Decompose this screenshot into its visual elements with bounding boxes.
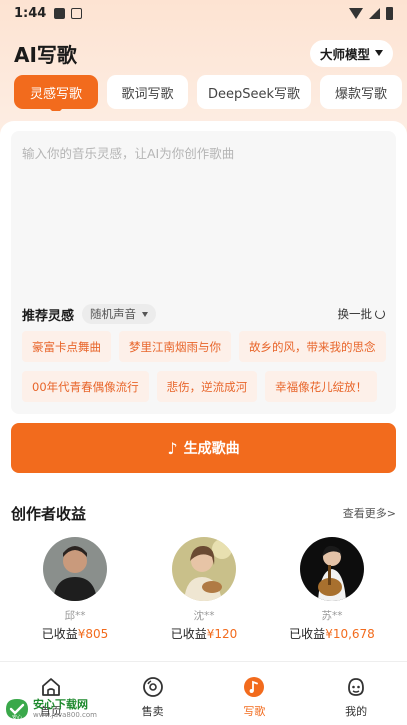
model-select-label: 大师模型 bbox=[319, 46, 370, 62]
watermark: 安心 安心下载网 www.java800.com bbox=[4, 695, 97, 723]
inspiration-chip[interactable]: 悲伤，逆流成河 bbox=[156, 371, 258, 402]
tab-lyrics[interactable]: 歌词写歌 bbox=[107, 75, 188, 109]
refresh-label: 换一批 bbox=[337, 307, 373, 321]
creators-list: 邱** 已收益¥805 沈** 已收益¥120 苏** 已收益¥10,678 bbox=[0, 537, 407, 647]
watermark-logo-icon: 安心 bbox=[6, 699, 28, 721]
refresh-icon bbox=[375, 309, 385, 319]
creator-card[interactable]: 苏** 已收益¥10,678 bbox=[272, 537, 392, 642]
creator-name: 邱** bbox=[64, 610, 86, 622]
watermark-url: www.java800.com bbox=[33, 711, 97, 719]
avatar bbox=[172, 537, 236, 601]
refresh-button[interactable]: 换一批 bbox=[337, 306, 385, 322]
creator-card[interactable]: 邱** 已收益¥805 bbox=[15, 537, 135, 642]
recommend-header: 推荐灵感 随机声音 换一批 bbox=[22, 303, 385, 325]
recommend-chips: 豪富卡点舞曲 梦里江南烟雨与你 故乡的风，带来我的思念 00年代青春偶像流行 悲… bbox=[22, 331, 388, 411]
tab-inspiration[interactable]: 灵感写歌 bbox=[14, 75, 98, 111]
creator-earnings: 已收益¥805 bbox=[41, 627, 109, 641]
earnings-amount: ¥120 bbox=[206, 627, 238, 641]
disc-icon bbox=[142, 677, 163, 697]
creator-card[interactable]: 沈** 已收益¥120 bbox=[144, 537, 264, 642]
signal-icon bbox=[369, 7, 380, 19]
earnings-amount: ¥805 bbox=[77, 627, 109, 641]
creator-name: 苏** bbox=[321, 610, 343, 622]
page-title: AI写歌 bbox=[14, 42, 77, 67]
creators-header: 创作者收益 查看更多> bbox=[11, 502, 396, 524]
inspiration-chip[interactable]: 故乡的风，带来我的思念 bbox=[239, 331, 386, 362]
avatar bbox=[43, 537, 107, 601]
music-note-icon bbox=[244, 677, 265, 697]
battery-icon bbox=[386, 6, 393, 20]
tab-deepseek[interactable]: DeepSeek写歌 bbox=[197, 75, 311, 109]
nav-write-label: 写歌 bbox=[243, 705, 266, 718]
avatar bbox=[300, 537, 364, 601]
profile-icon bbox=[348, 678, 365, 696]
voice-select[interactable]: 随机声音 bbox=[82, 304, 157, 324]
inspiration-chip[interactable]: 00年代青春偶像流行 bbox=[22, 371, 149, 402]
creator-earnings: 已收益¥10,678 bbox=[289, 627, 375, 641]
creator-name: 沈** bbox=[193, 610, 215, 622]
generate-song-button[interactable]: ♪ 生成歌曲 bbox=[11, 423, 396, 473]
inspiration-chip[interactable]: 豪富卡点舞曲 bbox=[22, 331, 111, 362]
notification-icon bbox=[54, 7, 66, 19]
watermark-title: 安心下载网 bbox=[33, 698, 88, 711]
creator-earnings: 已收益¥120 bbox=[170, 627, 238, 641]
nav-write[interactable]: 写歌 bbox=[204, 662, 306, 725]
inspiration-chip[interactable]: 幸福像花儿绽放！ bbox=[265, 371, 378, 402]
voice-select-label: 随机声音 bbox=[90, 307, 137, 321]
wifi-icon bbox=[349, 7, 363, 19]
inspiration-chip[interactable]: 梦里江南烟雨与你 bbox=[119, 331, 231, 362]
app-header: AI写歌 大师模型 bbox=[14, 38, 393, 68]
chevron-down-icon bbox=[142, 311, 149, 317]
nav-profile-label: 我的 bbox=[345, 705, 368, 718]
music-note-icon: ♪ bbox=[167, 438, 178, 458]
recommend-title: 推荐灵感 bbox=[22, 308, 75, 324]
inspiration-card: 推荐灵感 随机声音 换一批 豪富卡点舞曲 梦里江南烟雨与你 故乡的风，带来我的思… bbox=[11, 131, 396, 414]
nav-sell-label: 售卖 bbox=[141, 705, 164, 718]
tab-hit[interactable]: 爆款写歌 bbox=[320, 75, 402, 109]
status-bar: 1:44 bbox=[0, 0, 407, 26]
nav-sell[interactable]: 售卖 bbox=[102, 662, 204, 725]
mode-tabs: 灵感写歌 歌词写歌 DeepSeek写歌 爆款写歌 bbox=[14, 75, 407, 111]
view-more-link[interactable]: 查看更多> bbox=[343, 505, 396, 521]
generate-label: 生成歌曲 bbox=[183, 441, 240, 457]
creators-title: 创作者收益 bbox=[11, 504, 87, 523]
chevron-down-icon bbox=[375, 50, 383, 56]
status-time: 1:44 bbox=[14, 5, 47, 21]
earnings-amount: ¥10,678 bbox=[325, 627, 375, 641]
nav-profile[interactable]: 我的 bbox=[305, 662, 407, 725]
screen-icon bbox=[71, 7, 83, 19]
model-select-button[interactable]: 大师模型 bbox=[309, 39, 393, 67]
inspiration-input[interactable] bbox=[22, 143, 385, 293]
svg-text:安心: 安心 bbox=[12, 714, 22, 721]
